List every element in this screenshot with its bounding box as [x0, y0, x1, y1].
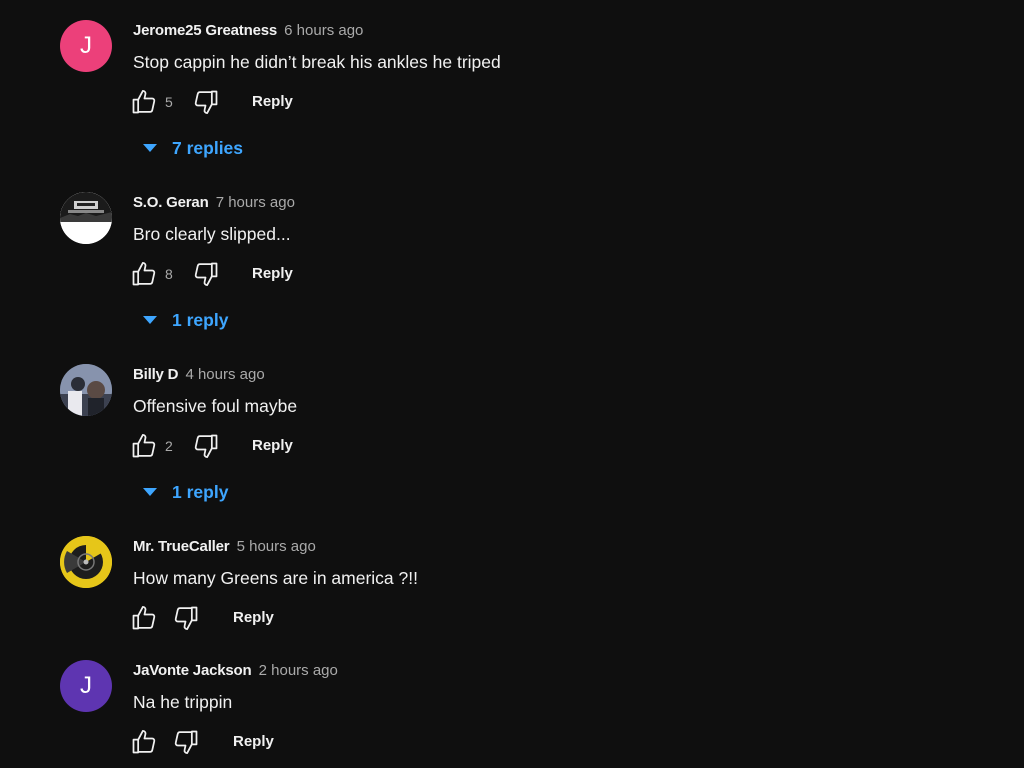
reply-button[interactable]: Reply [252, 93, 293, 110]
thumb-up-icon [132, 262, 156, 286]
like-button[interactable] [130, 432, 158, 460]
avatar-image [60, 364, 112, 416]
comment-header: Mr. TrueCaller 5 hours ago [133, 538, 316, 555]
reply-button[interactable]: Reply [233, 733, 274, 750]
view-replies-button[interactable]: 1 reply [140, 308, 228, 332]
like-button[interactable] [130, 260, 158, 288]
comment-header: JaVonte Jackson 2 hours ago [133, 662, 338, 679]
dislike-button[interactable] [192, 88, 220, 116]
comment-author[interactable]: S.O. Geran [133, 194, 209, 211]
comment-timestamp[interactable]: 2 hours ago [259, 662, 338, 679]
comment-header: S.O. Geran 7 hours ago [133, 194, 295, 211]
avatar-letter: J [80, 32, 92, 59]
comment-header: Jerome25 Greatness 6 hours ago [133, 22, 363, 39]
like-button[interactable] [130, 88, 158, 116]
thumb-up-icon [132, 90, 156, 114]
comment-header: Billy D 4 hours ago [133, 366, 265, 383]
avatar[interactable] [60, 536, 112, 588]
comment-timestamp[interactable]: 5 hours ago [237, 538, 316, 555]
thumb-up-icon [132, 730, 156, 754]
thumb-down-icon [174, 730, 198, 754]
comment-text: Offensive foul maybe [133, 396, 298, 416]
like-button[interactable] [130, 604, 158, 632]
dislike-button[interactable] [172, 728, 200, 756]
thumb-down-icon [194, 90, 218, 114]
like-count: 5 [165, 94, 173, 110]
dislike-button[interactable] [172, 604, 200, 632]
avatar[interactable] [60, 192, 112, 244]
view-replies-button[interactable]: 7 replies [140, 136, 243, 160]
comment-author[interactable]: Jerome25 Greatness [133, 22, 277, 39]
comment-text: Bro clearly slipped... [133, 224, 291, 244]
avatar-image [60, 536, 112, 588]
replies-count-label: 1 reply [172, 481, 229, 502]
thumb-down-icon [174, 606, 198, 630]
reply-button[interactable]: Reply [233, 609, 274, 626]
thumb-down-icon [194, 434, 218, 458]
thumb-up-icon [132, 606, 156, 630]
thumb-down-icon [194, 262, 218, 286]
comment-timestamp[interactable]: 7 hours ago [216, 194, 295, 211]
like-count: 8 [165, 266, 173, 282]
caret-down-icon [143, 488, 157, 496]
avatar[interactable]: J [60, 660, 112, 712]
reply-button[interactable]: Reply [252, 437, 293, 454]
avatar-image [60, 192, 112, 244]
comment-author[interactable]: JaVonte Jackson [133, 662, 252, 679]
comment-timestamp[interactable]: 4 hours ago [185, 366, 264, 383]
avatar[interactable]: J [60, 20, 112, 72]
comment-timestamp[interactable]: 6 hours ago [284, 22, 363, 39]
caret-down-icon [143, 316, 157, 324]
dislike-button[interactable] [192, 260, 220, 288]
replies-count-label: 1 reply [172, 309, 229, 330]
thumb-up-icon [132, 434, 156, 458]
comment-text: Na he trippin [133, 692, 233, 712]
like-count: 2 [165, 438, 173, 454]
caret-down-icon [143, 144, 157, 152]
comments-section: J Jerome25 Greatness 6 hours ago Stop ca… [0, 0, 1024, 768]
comment-author[interactable]: Billy D [133, 366, 178, 383]
dislike-button[interactable] [192, 432, 220, 460]
comment-author[interactable]: Mr. TrueCaller [133, 538, 230, 555]
reply-button[interactable]: Reply [252, 265, 293, 282]
avatar[interactable] [60, 364, 112, 416]
avatar-letter: J [80, 672, 92, 699]
comment-text: Stop cappin he didn’t break his ankles h… [133, 52, 501, 72]
like-button[interactable] [130, 728, 158, 756]
view-replies-button[interactable]: 1 reply [140, 480, 228, 504]
comment-text: How many Greens are in america ?!! [133, 568, 418, 588]
replies-count-label: 7 replies [172, 137, 244, 158]
